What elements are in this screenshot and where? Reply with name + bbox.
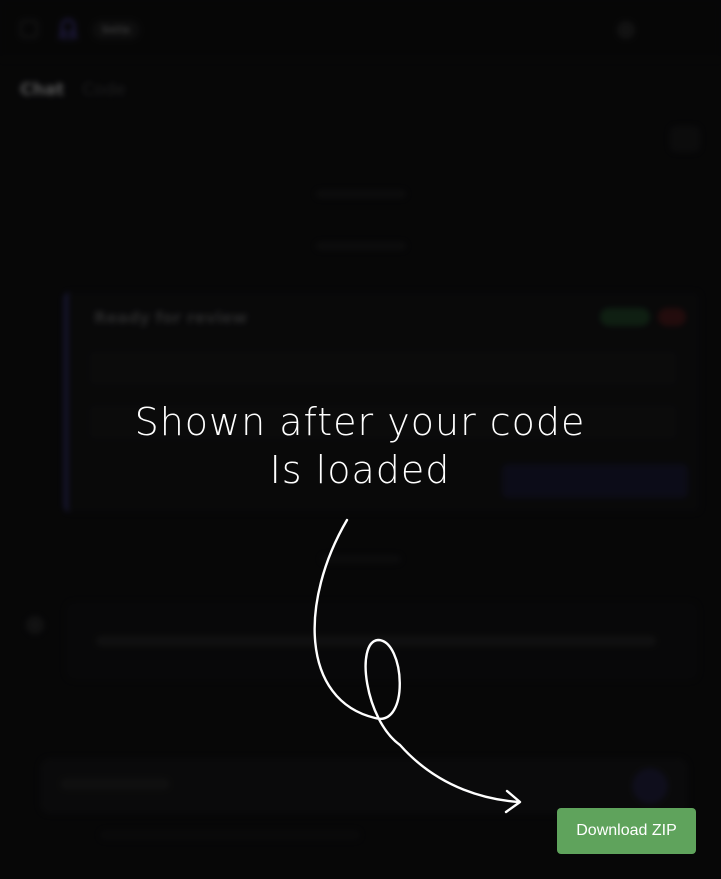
download-zip-button[interactable]: Download ZIP [557,808,696,854]
curved-arrow-icon [313,518,522,814]
